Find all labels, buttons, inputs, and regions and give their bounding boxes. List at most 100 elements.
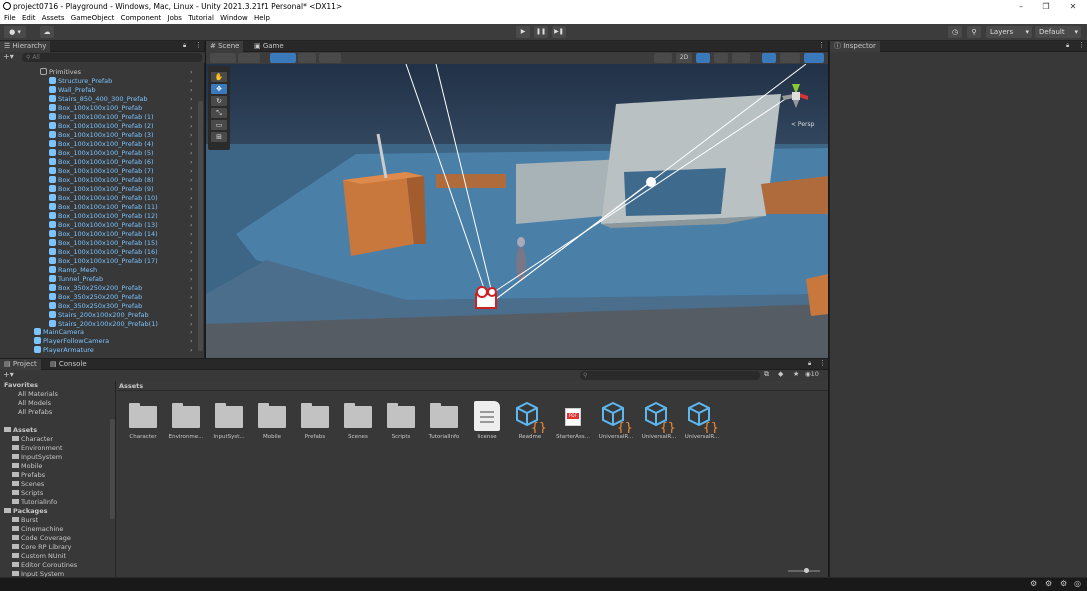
asset-item[interactable]: Mobile: [251, 398, 293, 444]
toggle-2d-button[interactable]: 2D: [676, 53, 692, 63]
chevron-right-icon[interactable]: ›: [190, 284, 193, 293]
asset-item[interactable]: {} Readme: [509, 398, 551, 444]
add-button[interactable]: +▾: [3, 52, 14, 61]
asset-item[interactable]: {} UniversalR...: [681, 398, 723, 444]
chevron-right-icon[interactable]: ›: [190, 221, 193, 230]
chevron-right-icon[interactable]: ›: [190, 266, 193, 275]
tab-console[interactable]: ▤ Console: [46, 359, 91, 370]
chevron-right-icon[interactable]: ›: [190, 328, 193, 337]
favorite-item[interactable]: All Models: [18, 399, 51, 408]
chevron-right-icon[interactable]: ›: [190, 293, 193, 302]
notifications-icon[interactable]: ⚙: [1060, 579, 1067, 588]
move-tool-icon[interactable]: ✥: [211, 84, 227, 94]
hierarchy-item[interactable]: Box_100x100x100_Prefab (9) ›: [49, 185, 193, 194]
lock-icon[interactable]: 🔒︎: [183, 42, 186, 50]
hierarchy-item[interactable]: Box_350x250x300_Prefab ›: [49, 302, 193, 311]
menu-component[interactable]: Component: [121, 13, 162, 24]
cloud-icon[interactable]: ☁: [40, 26, 54, 38]
menu-gameobject[interactable]: GameObject: [71, 13, 115, 24]
lock-icon[interactable]: 🔒︎: [808, 360, 811, 368]
hierarchy-item[interactable]: Box_100x100x100_Prefab (2) ›: [49, 122, 193, 131]
tab-project[interactable]: ▤ Project: [0, 359, 41, 370]
tree-folder[interactable]: Prefabs: [12, 471, 45, 480]
asset-item[interactable]: PDF StarterAss...: [552, 398, 594, 444]
lighting-icon[interactable]: [696, 53, 710, 63]
hierarchy-item[interactable]: Box_100x100x100_Prefab (4) ›: [49, 140, 193, 149]
chevron-right-icon[interactable]: ›: [190, 68, 193, 77]
menu-tutorial[interactable]: Tutorial: [188, 13, 214, 24]
more-icon[interactable]: ⋮: [819, 359, 826, 367]
history-icon[interactable]: ◷: [948, 26, 962, 38]
tree-folder[interactable]: Environment: [12, 444, 63, 453]
chevron-right-icon[interactable]: ›: [190, 140, 193, 149]
chevron-right-icon[interactable]: ›: [190, 122, 193, 131]
hierarchy-item[interactable]: Box_100x100x100_Prefab (10) ›: [49, 194, 193, 203]
menu-jobs[interactable]: Jobs: [168, 13, 182, 24]
tab-inspector[interactable]: ⓘ Inspector: [830, 41, 880, 52]
hierarchy-item[interactable]: Box_100x100x100_Prefab (5) ›: [49, 149, 193, 158]
tree-folder[interactable]: Core RP Library: [12, 543, 71, 552]
chevron-right-icon[interactable]: ›: [190, 275, 193, 284]
asset-item[interactable]: Scripts: [380, 398, 422, 444]
more-icon[interactable]: ⋮: [1078, 41, 1085, 49]
chevron-right-icon[interactable]: ›: [190, 86, 193, 95]
favorite-item[interactable]: All Prefabs: [18, 408, 52, 417]
hierarchy-root-item[interactable]: PlayerFollowCamera ›: [34, 337, 193, 346]
account-button[interactable]: ● ▾: [4, 26, 26, 38]
menu-file[interactable]: File: [4, 13, 16, 24]
chevron-right-icon[interactable]: ›: [190, 149, 193, 158]
hierarchy-item[interactable]: Tunnel_Prefab ›: [49, 275, 193, 284]
chevron-right-icon[interactable]: ›: [190, 239, 193, 248]
hierarchy-item[interactable]: Box_100x100x100_Prefab (3) ›: [49, 131, 193, 140]
tree-folder[interactable]: Editor Coroutines: [12, 561, 77, 570]
hierarchy-item[interactable]: Box_350x250x200_Prefab ›: [49, 293, 193, 302]
asset-item[interactable]: Scenes: [337, 398, 379, 444]
favorites-header[interactable]: Favorites: [4, 381, 38, 390]
effects-icon[interactable]: [732, 53, 750, 63]
close-button[interactable]: ✕: [1062, 0, 1084, 13]
check-icon[interactable]: ◎: [1074, 579, 1081, 588]
hierarchy-item[interactable]: Box_100x100x100_Prefab (17) ›: [49, 257, 193, 266]
tree-folder[interactable]: Code Coverage: [12, 534, 71, 543]
hierarchy-item[interactable]: Box_100x100x100_Prefab ›: [49, 104, 193, 113]
tree-folder[interactable]: Mobile: [12, 462, 42, 471]
gizmos-dropdown[interactable]: [804, 53, 824, 63]
hierarchy-item[interactable]: Box_100x100x100_Prefab (12) ›: [49, 212, 193, 221]
chevron-right-icon[interactable]: ›: [190, 194, 193, 203]
star-icon[interactable]: ★: [793, 370, 799, 378]
shading-icon[interactable]: [654, 53, 672, 63]
layout-dropdown[interactable]: Default ▾: [1035, 26, 1081, 38]
chevron-right-icon[interactable]: ›: [190, 113, 193, 122]
asset-item[interactable]: {} UniversalR...: [595, 398, 637, 444]
search-input[interactable]: ⚲ All: [22, 53, 202, 62]
step-button[interactable]: ▶❚: [552, 26, 566, 38]
layers-dropdown[interactable]: Layers ▾: [986, 26, 1032, 38]
scrollbar[interactable]: [110, 419, 115, 519]
tree-folder[interactable]: Scripts: [12, 489, 43, 498]
chevron-right-icon[interactable]: ›: [190, 203, 193, 212]
play-button[interactable]: ▶: [516, 26, 530, 38]
menu-help[interactable]: Help: [254, 13, 270, 24]
assets-header[interactable]: Assets: [4, 426, 37, 435]
asset-item[interactable]: Environme...: [165, 398, 207, 444]
hierarchy-item[interactable]: Ramp_Mesh ›: [49, 266, 193, 275]
chevron-right-icon[interactable]: ›: [190, 248, 193, 257]
hierarchy-item[interactable]: Wall_Prefab ›: [49, 86, 193, 95]
lock-icon[interactable]: 🔒︎: [1066, 42, 1069, 50]
tree-folder[interactable]: Burst: [12, 516, 38, 525]
slider-handle[interactable]: [804, 568, 809, 573]
chevron-right-icon[interactable]: ›: [190, 230, 193, 239]
more-icon[interactable]: ⋮: [818, 41, 825, 49]
label-icon[interactable]: ◆: [778, 370, 783, 378]
hierarchy-item-group[interactable]: Primitives ›: [40, 68, 193, 77]
tab-game[interactable]: ▣ Game: [250, 41, 288, 52]
hidden-objects-icon[interactable]: [762, 53, 776, 63]
hierarchy-root-item[interactable]: PlayerArmature ›: [34, 346, 193, 355]
asset-item[interactable]: InputSyst...: [208, 398, 250, 444]
tab-hierarchy[interactable]: ☰ Hierarchy: [0, 41, 51, 52]
hand-tool-icon[interactable]: ✋: [211, 72, 227, 82]
tree-folder[interactable]: Custom NUnit: [12, 552, 66, 561]
chevron-right-icon[interactable]: ›: [190, 167, 193, 176]
snap-button[interactable]: [298, 53, 316, 63]
progress-icon[interactable]: ⚙: [1045, 579, 1052, 588]
